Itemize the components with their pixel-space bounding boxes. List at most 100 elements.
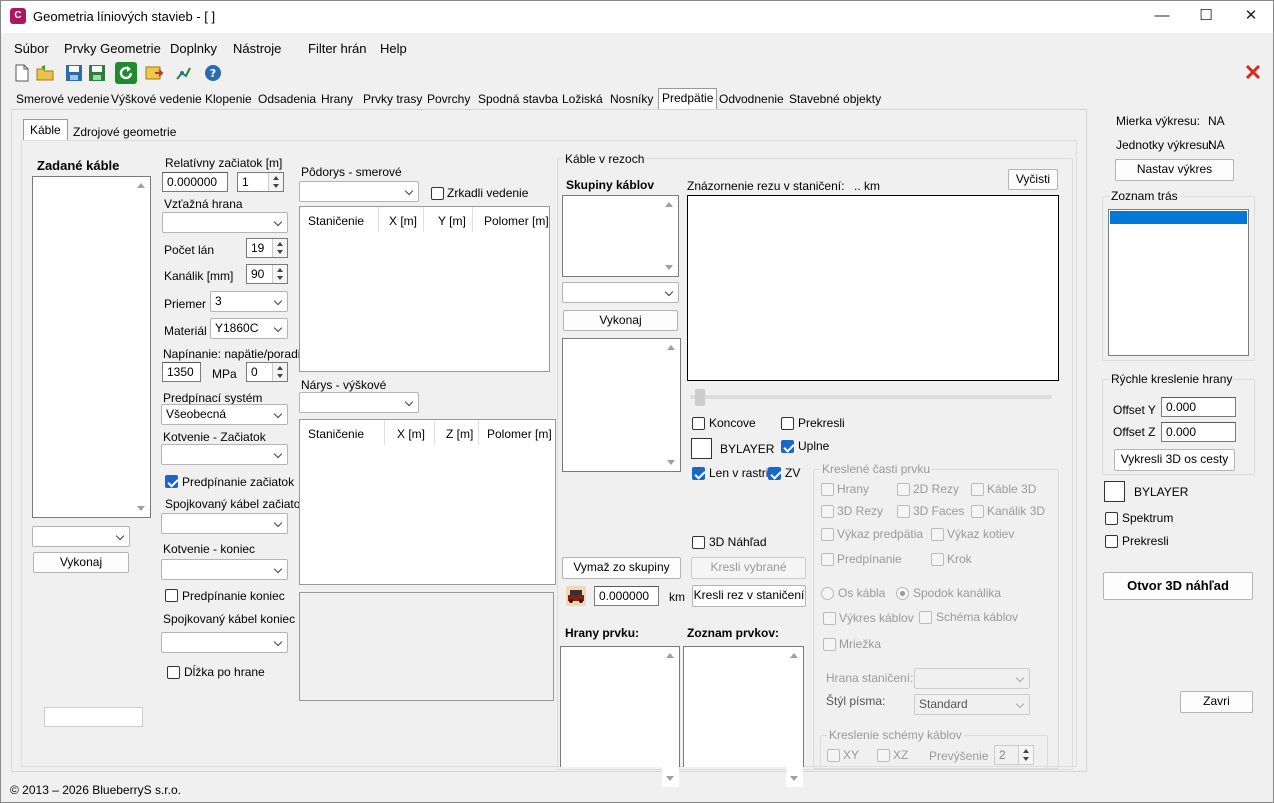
redraw-checkbox[interactable]: [781, 417, 794, 430]
close-form-icon[interactable]: [1244, 63, 1262, 81]
rel-start-input[interactable]: 0.000000: [162, 172, 228, 192]
end-checkbox[interactable]: [692, 417, 705, 430]
spin-arrows-icon[interactable]: [272, 265, 287, 283]
route-item-selected[interactable]: [1110, 211, 1247, 224]
export-icon[interactable]: [145, 64, 163, 82]
spin-arrows-icon[interactable]: [272, 363, 287, 381]
zv-checkbox[interactable]: [768, 467, 781, 480]
cable-name-input[interactable]: [44, 707, 143, 727]
tab-smerove-vedenie[interactable]: Smerové vedenie: [15, 90, 110, 110]
groups-listbox[interactable]: [562, 195, 679, 277]
edges-listbox[interactable]: [560, 646, 680, 787]
group-cables-listbox[interactable]: [562, 338, 681, 472]
coupled-end-combo[interactable]: [161, 632, 288, 653]
set-drawing-button[interactable]: Nastav výkres: [1115, 159, 1234, 181]
tension-input[interactable]: 1350: [162, 362, 201, 382]
remove-from-group-button[interactable]: Vymaž zo skupiny: [562, 557, 681, 579]
close-button[interactable]: Zavri: [1180, 691, 1253, 713]
groups-scrollbar[interactable]: [661, 196, 678, 276]
prestress-end-checkbox[interactable]: [165, 589, 178, 602]
printer-icon[interactable]: [566, 586, 586, 606]
ref-edge-combo[interactable]: [162, 212, 288, 233]
refresh-icon[interactable]: [115, 62, 137, 84]
group-cables-scrollbar[interactable]: [663, 339, 680, 471]
prestress-start-checkbox[interactable]: [165, 475, 178, 488]
draw-section-button[interactable]: Kresli rez v staničení: [692, 585, 806, 607]
rel-start-spinner[interactable]: 1: [237, 172, 284, 192]
material-combo[interactable]: Y1860C: [210, 318, 288, 339]
close-window-button[interactable]: ✕: [1228, 1, 1274, 33]
clear-button[interactable]: Vyčisti: [1008, 169, 1058, 190]
full-checkbox[interactable]: [781, 440, 794, 453]
menu-addons[interactable]: Doplnky: [170, 41, 217, 56]
elements-listbox[interactable]: [683, 646, 804, 787]
tab-nosniky[interactable]: Nosníky: [609, 90, 654, 110]
elev-grid[interactable]: Staničenie X [m] Z [m] Polomer [m]: [299, 419, 556, 585]
right-redraw-checkbox[interactable]: [1105, 535, 1118, 548]
menu-geometry-elements[interactable]: Prvky Geometrie: [64, 41, 161, 56]
strands-spinner[interactable]: 19: [246, 238, 288, 258]
save-all-icon[interactable]: [88, 64, 106, 82]
tab-predpatie[interactable]: Predpätie: [658, 88, 718, 110]
groups-combo[interactable]: [562, 282, 679, 303]
route-tool-icon[interactable]: [174, 64, 192, 82]
diameter-combo[interactable]: 3: [210, 291, 288, 312]
elev-combo[interactable]: [299, 392, 419, 413]
offset-z-input[interactable]: 0.000: [1161, 422, 1236, 442]
right-color-swatch[interactable]: [1104, 481, 1125, 502]
preview-station-km: .. km: [854, 179, 880, 193]
station-slider-track[interactable]: [690, 395, 1052, 399]
tab-hrany[interactable]: Hrany: [320, 90, 354, 110]
menu-edge-filter[interactable]: Filter hrán: [308, 41, 367, 56]
plan-combo[interactable]: [299, 181, 419, 202]
mirror-checkbox[interactable]: [431, 187, 444, 200]
menu-help[interactable]: Help: [380, 41, 407, 56]
spectrum-checkbox[interactable]: [1105, 512, 1118, 525]
section-preview-canvas[interactable]: [687, 195, 1059, 381]
subtab-kable[interactable]: Káble: [23, 119, 68, 141]
tab-klopenie[interactable]: Klopenie: [204, 90, 253, 110]
plan-grid[interactable]: Staničenie X [m] Y [m] Polomer [m]: [299, 206, 550, 372]
tab-stavebne-objekty[interactable]: Stavebné objekty: [788, 90, 882, 110]
menu-file[interactable]: Súbor: [14, 41, 49, 56]
minimize-button[interactable]: —: [1139, 1, 1185, 33]
save-icon[interactable]: [65, 64, 83, 82]
maximize-button[interactable]: ☐: [1183, 1, 1229, 33]
help-icon[interactable]: ?: [204, 64, 222, 82]
cables-scrollbar[interactable]: [133, 177, 150, 517]
routes-listbox[interactable]: [1108, 209, 1249, 356]
tab-odvodnenie[interactable]: Odvodnenie: [718, 90, 785, 110]
cables-execute-button[interactable]: Vykonaj: [33, 552, 129, 573]
system-combo[interactable]: Všeobecná: [161, 404, 288, 425]
elements-scrollbar[interactable]: [786, 647, 803, 787]
tension-order-spinner[interactable]: 0: [246, 362, 288, 382]
open-folder-icon[interactable]: [36, 64, 54, 82]
tab-spodna-stavba[interactable]: Spodná stavba: [477, 90, 559, 110]
duct-spinner[interactable]: 90: [246, 264, 288, 284]
cables-combo[interactable]: [32, 526, 130, 547]
tab-odsadenia[interactable]: Odsadenia: [257, 90, 317, 110]
coupled-start-combo[interactable]: [161, 513, 288, 534]
menu-tools[interactable]: Nástroje: [233, 41, 281, 56]
cables-listbox[interactable]: [32, 176, 151, 518]
color-swatch[interactable]: [691, 438, 712, 459]
station-slider-thumb[interactable]: [695, 389, 705, 406]
spin-arrows-icon[interactable]: [272, 239, 287, 257]
anchor-start-combo[interactable]: [161, 444, 288, 465]
tab-prvky-trasy[interactable]: Prvky trasy: [362, 90, 423, 110]
tab-loziska[interactable]: Ložiská: [561, 90, 604, 110]
length-edge-checkbox[interactable]: [167, 666, 180, 679]
edges-scrollbar[interactable]: [662, 647, 679, 787]
new-file-icon[interactable]: [13, 64, 31, 82]
draw-3d-axis-button[interactable]: Vykresli 3D os cesty: [1114, 449, 1235, 471]
open-3d-preview-button[interactable]: Otvor 3D náhľad: [1103, 572, 1253, 600]
offset-y-input[interactable]: 0.000: [1161, 397, 1236, 417]
spin-arrows-icon[interactable]: [268, 173, 283, 191]
grid-only-checkbox[interactable]: [692, 467, 705, 480]
tab-vyskove-vedenie[interactable]: Výškové vedenie: [110, 90, 203, 110]
station-input[interactable]: 0.000000: [594, 586, 659, 606]
anchor-end-combo[interactable]: [161, 559, 288, 580]
groups-execute-button[interactable]: Vykonaj: [563, 310, 678, 331]
preview3d-checkbox[interactable]: [692, 536, 705, 549]
tab-povrchy[interactable]: Povrchy: [426, 90, 471, 110]
